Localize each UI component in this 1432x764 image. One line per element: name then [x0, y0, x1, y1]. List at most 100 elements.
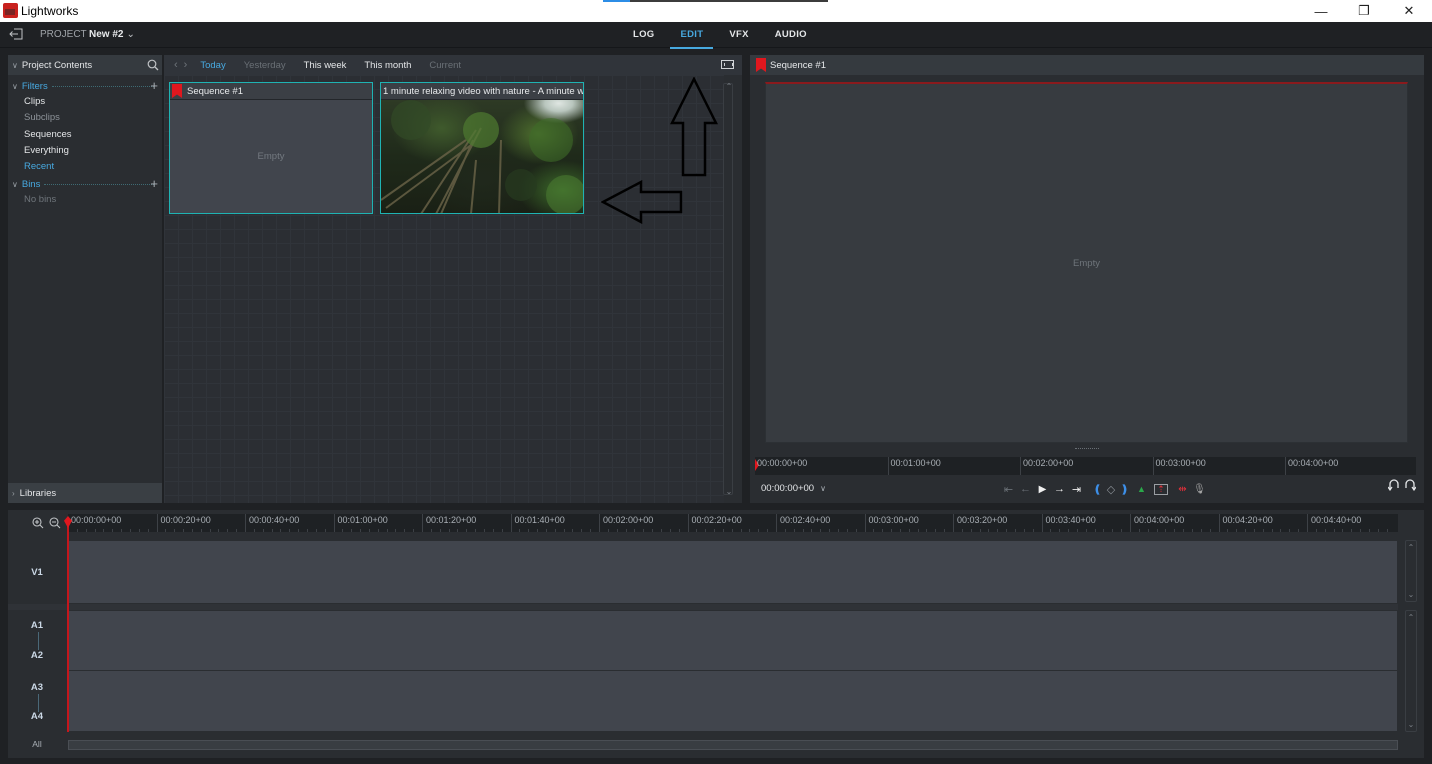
- viewer-screen[interactable]: Empty: [765, 82, 1408, 443]
- add-bin-icon[interactable]: +: [150, 177, 158, 190]
- scroll-down-icon[interactable]: ⌄: [724, 487, 734, 496]
- zoom-in-icon[interactable]: [32, 517, 44, 529]
- track-a3-a4[interactable]: [68, 670, 1398, 732]
- replace-icon[interactable]: ⇹: [1174, 481, 1191, 497]
- timeline-playhead[interactable]: [67, 518, 69, 732]
- audio-track-scrollbar[interactable]: ⌃ ⌄: [1405, 610, 1417, 732]
- scroll-up-icon[interactable]: ⌃: [724, 82, 734, 91]
- timeline-ruler-minor-tick: [395, 529, 397, 532]
- timeline-ruler-minor-tick: [669, 529, 671, 532]
- date-filter-this-week[interactable]: This week: [304, 60, 347, 71]
- undo-icon[interactable]: [1388, 479, 1400, 491]
- tab-audio[interactable]: AUDIO: [762, 22, 820, 48]
- tile-sequence[interactable]: Sequence #1 Empty: [169, 82, 373, 214]
- minimize-button[interactable]: —: [1298, 0, 1344, 22]
- play-icon[interactable]: ▶: [1034, 481, 1051, 497]
- date-filter-this-month[interactable]: This month: [364, 60, 411, 71]
- content-browser-panel: ‹ › Today Yesterday This week This month…: [164, 55, 742, 503]
- track-label-a4[interactable]: A4: [8, 711, 66, 722]
- filters-section-header[interactable]: ∨ Filters +: [8, 78, 162, 94]
- timeline-ruler-minor-tick: [430, 529, 432, 532]
- go-to-end-icon[interactable]: ⇥: [1068, 481, 1085, 497]
- timeline-ruler-minor-tick: [1103, 529, 1105, 532]
- tile-clip[interactable]: 1 minute relaxing video with nature - A …: [380, 82, 584, 214]
- forward-arrow-icon[interactable]: ›: [184, 59, 188, 71]
- timeline-ruler-minor-tick: [298, 529, 300, 532]
- timeline-ruler-minor-tick: [979, 529, 981, 532]
- tab-log[interactable]: LOG: [620, 22, 667, 48]
- browser-scrollbar[interactable]: ⌃ ⌄: [723, 82, 734, 496]
- track-label-a1[interactable]: A1: [8, 620, 66, 631]
- mark-out-icon[interactable]: ❫: [1116, 481, 1133, 497]
- viewer-ruler-tick: 00:00:00+00: [757, 458, 808, 468]
- bins-section-header[interactable]: ∨ Bins +: [8, 176, 162, 192]
- tab-edit[interactable]: EDIT: [667, 22, 716, 49]
- scroll-down-icon[interactable]: ⌄: [1406, 590, 1416, 599]
- timeline-overview-bar[interactable]: [68, 740, 1398, 750]
- mark-in-icon[interactable]: ❪: [1089, 481, 1106, 497]
- view-mode-icon[interactable]: [721, 60, 734, 69]
- tab-vfx[interactable]: VFX: [716, 22, 761, 48]
- minimize-icon: —: [1314, 3, 1328, 19]
- timeline-ruler-minor-tick: [76, 529, 78, 532]
- timeline-ruler-minor-tick: [1368, 529, 1370, 532]
- filter-item-clips[interactable]: Clips: [8, 94, 162, 110]
- video-track-scrollbar[interactable]: ⌃ ⌄: [1405, 540, 1417, 602]
- timeline-ruler-minor-tick: [988, 529, 990, 532]
- date-filter-today[interactable]: Today: [200, 60, 225, 71]
- libraries-section[interactable]: › Libraries: [8, 483, 162, 503]
- scroll-down-icon[interactable]: ⌄: [1406, 720, 1416, 729]
- filter-item-sequences[interactable]: Sequences: [8, 127, 162, 143]
- insert-icon[interactable]: ⇡: [1154, 483, 1168, 495]
- track-label-v1[interactable]: V1: [8, 567, 66, 578]
- timeline-ruler[interactable]: 00:00:00+00 00:00:20+00 00:00:40+00 00:01:0…: [68, 514, 1398, 532]
- timecode-dropdown[interactable]: 00:00:00+00 ∨: [761, 483, 826, 494]
- scroll-up-icon[interactable]: ⌃: [1406, 543, 1416, 552]
- track-label-a3[interactable]: A3: [8, 682, 66, 693]
- clear-marks-icon[interactable]: ◇: [1106, 481, 1116, 497]
- timeline-ruler-minor-tick: [1289, 529, 1291, 532]
- transport-controls: ⇤ ← ▶ → ⇥ ❪ ◇ ❫ ▲ ⇡ ⇹ 🎙: [1000, 481, 1208, 497]
- redo-icon[interactable]: [1404, 479, 1416, 491]
- timeline-ruler-minor-tick: [1209, 529, 1211, 532]
- timeline-ruler-minor-tick: [758, 529, 760, 532]
- track-v1[interactable]: [68, 540, 1398, 604]
- bins-label: Bins: [21, 178, 41, 190]
- step-forward-icon[interactable]: →: [1051, 481, 1068, 497]
- date-filter-yesterday[interactable]: Yesterday: [244, 60, 286, 71]
- search-icon[interactable]: [147, 59, 159, 71]
- track-label-a2[interactable]: A2: [8, 650, 66, 661]
- resize-grip[interactable]: [1075, 448, 1099, 450]
- tile-empty-text: Empty: [257, 151, 285, 162]
- all-tracks-label[interactable]: All: [8, 739, 66, 749]
- timeline-ruler-minor-tick: [218, 529, 220, 532]
- add-cue-icon[interactable]: ▲: [1133, 481, 1150, 497]
- filter-item-subclips[interactable]: Subclips: [8, 110, 162, 126]
- timeline-ruler-minor-tick: [200, 529, 202, 532]
- no-bins-text: No bins: [24, 194, 57, 206]
- step-back-icon[interactable]: ←: [1017, 481, 1034, 497]
- back-arrow-icon[interactable]: ‹: [174, 59, 178, 71]
- go-to-start-icon[interactable]: ⇤: [1000, 481, 1017, 497]
- voiceover-mic-icon[interactable]: 🎙: [1191, 481, 1208, 497]
- filter-item-recent[interactable]: Recent: [8, 159, 162, 175]
- browser-header: ‹ › Today Yesterday This week This month…: [164, 55, 742, 75]
- timeline-ruler-minor-tick: [262, 529, 264, 532]
- viewer-timeline-ruler[interactable]: 00:00:00+00 00:01:00+00 00:02:00+00 00:03:0…: [755, 457, 1416, 475]
- timeline-ruler-minor-tick: [1183, 529, 1185, 532]
- date-filter-current[interactable]: Current: [429, 60, 461, 71]
- annotation-arrow-up-icon: [670, 77, 718, 177]
- project-name-dropdown[interactable]: New #2 ⌄: [89, 29, 135, 40]
- filter-item-everything[interactable]: Everything: [8, 143, 162, 159]
- track-a1-a2[interactable]: [68, 610, 1398, 671]
- maximize-button[interactable]: ❐: [1341, 0, 1387, 22]
- add-filter-icon[interactable]: +: [150, 79, 158, 92]
- close-icon: ✕: [1403, 3, 1415, 18]
- close-button[interactable]: ✕: [1386, 0, 1432, 22]
- exit-icon[interactable]: [9, 28, 23, 40]
- scroll-up-icon[interactable]: ⌃: [1406, 613, 1416, 622]
- timeline-zoom-controls: [32, 517, 61, 529]
- zoom-out-icon[interactable]: [49, 517, 61, 529]
- timeline-ruler-minor-tick: [1227, 529, 1229, 532]
- project-contents-header[interactable]: ∨ Project Contents: [8, 55, 162, 75]
